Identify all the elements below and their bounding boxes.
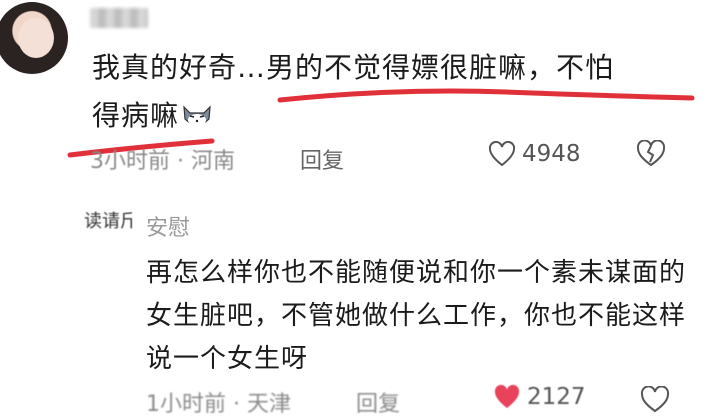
comment-dislike-button[interactable] — [636, 139, 666, 172]
avatar-face — [18, 18, 54, 58]
reply-dislike-button[interactable] — [640, 385, 670, 418]
red-underline-1 — [277, 88, 695, 103]
reply-author-name[interactable]: 安慰 — [146, 210, 190, 242]
heart-filled-icon — [494, 384, 520, 408]
comment-line-2: 得病嘛 — [92, 99, 180, 132]
comment-line-1: 我真的好奇…男的不觉得嫖很脏嘛，不怕 — [92, 51, 615, 84]
comment-like-button[interactable]: 4948 — [488, 141, 581, 167]
comment-location: 河南 — [190, 149, 235, 174]
reply-reply-button[interactable]: 回复 — [356, 386, 400, 418]
heart-outline-icon — [488, 141, 516, 167]
comment-like-count: 4948 — [522, 141, 581, 167]
cat-face-emoji-icon — [183, 105, 211, 126]
username-blurred — [90, 8, 148, 28]
broken-heart-icon-2 — [640, 385, 670, 413]
comment-time: 3小时前 — [90, 149, 170, 174]
comment-reply-button[interactable]: 回复 — [300, 143, 344, 175]
reply-like-count: 2127 — [527, 384, 586, 410]
reply-meta: 1小时前 · 天津 — [146, 392, 291, 417]
comment-meta: 3小时前 · 河南 — [90, 149, 235, 174]
reply-author-avatar[interactable]: 读请斤 — [84, 207, 132, 235]
reply-text: 再怎么样你也不能随便说和你一个素未谋面的女生脏吧，不管她做什么工作，你也不能这样… — [146, 258, 687, 374]
broken-heart-icon — [636, 139, 666, 167]
reply-like-button[interactable]: 2127 — [493, 384, 586, 410]
